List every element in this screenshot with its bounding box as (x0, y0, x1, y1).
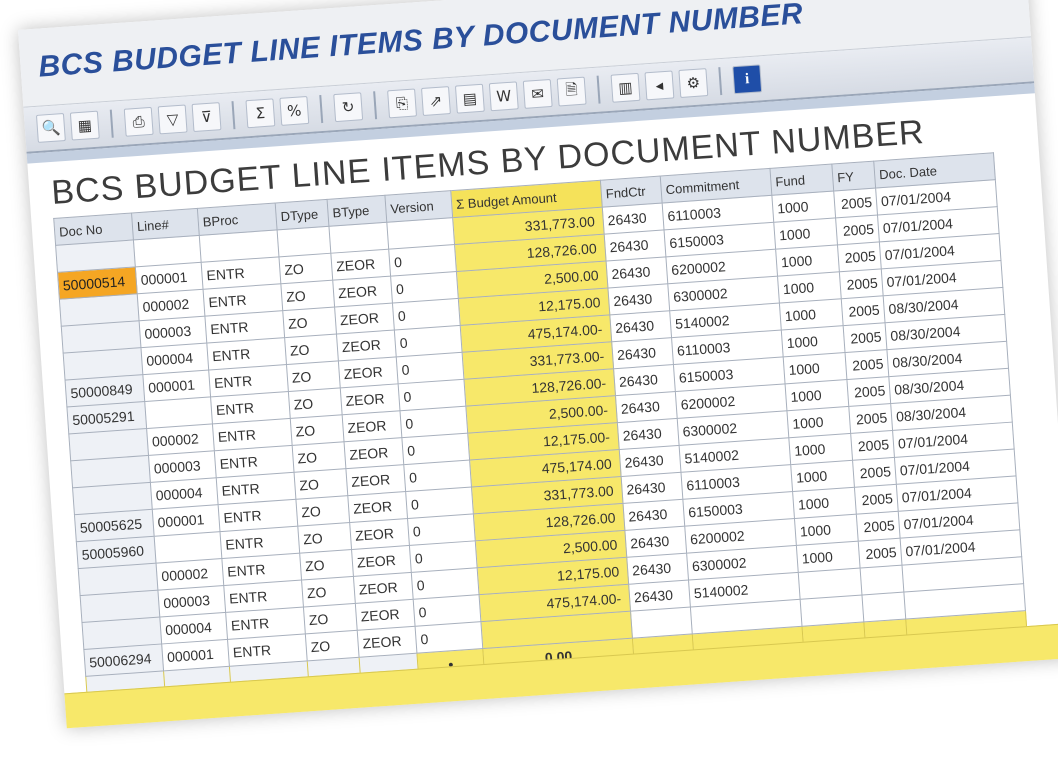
table-cell: 2005 (845, 349, 889, 380)
table-cell: ZEOR (349, 518, 410, 550)
spreadsheet-icon[interactable]: ▤ (454, 83, 485, 114)
table-cell: 2005 (854, 484, 899, 515)
column-header[interactable]: BType (327, 195, 387, 227)
table-cell: 26430 (623, 499, 685, 531)
refresh-icon[interactable]: ↻ (333, 92, 364, 123)
table-cell (277, 226, 331, 257)
table-cell: ZO (295, 495, 350, 527)
table-cell: ZO (282, 307, 337, 338)
table-cell: ZO (286, 360, 341, 392)
table-cell: 26430 (628, 580, 691, 612)
table-cell: ZO (288, 387, 343, 419)
toolbar-separator (231, 101, 236, 130)
layout-icon[interactable]: ▦ (69, 110, 100, 141)
toolbar-separator (718, 67, 723, 96)
table-cell: ZO (290, 414, 345, 446)
table-cell: ZO (303, 603, 358, 634)
toolbar-separator (596, 75, 601, 104)
table-cell: 26430 (602, 202, 665, 235)
table-cell: 26430 (619, 445, 681, 477)
table-cell (630, 607, 693, 639)
table-cell: ZO (284, 334, 339, 365)
table-cell: 26430 (609, 310, 672, 342)
sum-icon[interactable]: Σ (245, 98, 276, 129)
column-header[interactable]: DType (275, 199, 329, 230)
subtotal-icon[interactable]: % (279, 95, 310, 126)
table-cell: ZEOR (355, 599, 416, 631)
table-cell: ZEOR (330, 249, 391, 281)
table-cell (328, 222, 389, 254)
gear-icon[interactable]: ⚙ (678, 68, 709, 98)
abc-icon[interactable]: ◂ (644, 70, 675, 101)
table-cell: ZO (297, 522, 352, 554)
table-cell: ZO (305, 630, 360, 661)
word-icon[interactable]: W (488, 81, 519, 112)
table-cell: 26430 (626, 553, 689, 585)
table-cell: ZEOR (357, 626, 417, 658)
table-cell: 26430 (606, 256, 668, 288)
table-cell: ZEOR (344, 437, 404, 469)
table-cell: ZEOR (340, 383, 400, 415)
table-cell: ZO (301, 576, 356, 607)
table-cell: 26430 (604, 229, 666, 262)
filter-icon[interactable]: ▽ (157, 104, 188, 135)
info-icon[interactable]: i (732, 64, 763, 95)
toolbar-separator (319, 95, 324, 124)
copy-icon[interactable]: ⎘ (387, 88, 417, 119)
table-cell: 2005 (850, 430, 895, 461)
table-cell: 2005 (846, 376, 891, 407)
table-cell (860, 565, 904, 596)
table-cell: ZO (278, 253, 333, 284)
table-cell: ZO (292, 441, 346, 473)
graphic-icon[interactable]: ▥ (610, 72, 641, 103)
table-cell: ZEOR (334, 303, 395, 335)
table-body: 331,773.00 26430 6110003 1000 2005 07/01/2004… (55, 179, 1028, 704)
alv-grid: Doc No Line# BProc DType BType Version Σ Budge… (53, 152, 1028, 704)
table-cell: ZO (280, 280, 335, 311)
table-cell: 2005 (856, 511, 901, 542)
toolbar-separator (373, 91, 378, 120)
line-items-table: Doc No Line# BProc DType BType Version Σ Budge… (53, 152, 1028, 704)
table-cell: 2005 (858, 538, 902, 569)
table-cell: 2005 (835, 214, 880, 245)
export-icon[interactable]: ⇗ (421, 86, 451, 116)
table-cell: 2005 (852, 457, 897, 488)
table-cell (861, 592, 906, 622)
table-cell: 26430 (615, 391, 678, 423)
table-cell: 2005 (839, 268, 884, 299)
table-cell: 26430 (607, 283, 670, 315)
filter-delete-icon[interactable]: ⊽ (191, 102, 222, 133)
toolbar-separator (109, 109, 114, 138)
table-cell: 2005 (837, 241, 882, 272)
table-cell: 2005 (841, 295, 886, 326)
table-cell: ZEOR (351, 545, 412, 577)
column-header[interactable]: FY (831, 161, 876, 191)
table-cell: ZEOR (342, 410, 402, 442)
table-cell: ZEOR (332, 276, 393, 308)
table-cell: ZEOR (353, 572, 414, 604)
mail-icon[interactable]: ✉ (522, 78, 553, 109)
table-cell: 2005 (833, 188, 878, 218)
table-cell: 26430 (613, 364, 676, 396)
sap-window: BCS BUDGET LINE ITEMS BY DOCUMENT NUMBER… (18, 0, 1058, 729)
save-file-icon[interactable]: 🗎 (556, 76, 587, 107)
print-icon[interactable]: ⎙ (123, 106, 154, 137)
column-header[interactable]: FndCtr (600, 176, 663, 208)
table-cell: 26430 (617, 418, 680, 450)
table-cell: 26430 (624, 526, 687, 558)
table-cell: ZEOR (338, 356, 399, 388)
table-cell: ZEOR (347, 491, 408, 523)
details-icon[interactable]: 🔍 (35, 113, 66, 143)
table-cell: 26430 (611, 337, 674, 369)
table-cell: 2005 (848, 403, 893, 434)
table-cell: ZEOR (336, 329, 397, 361)
table-cell: ZO (299, 549, 354, 581)
table-cell: 26430 (621, 472, 683, 504)
table-cell: ZEOR (345, 464, 406, 496)
table-cell: ZO (294, 468, 348, 500)
table-cell: 2005 (843, 322, 887, 353)
